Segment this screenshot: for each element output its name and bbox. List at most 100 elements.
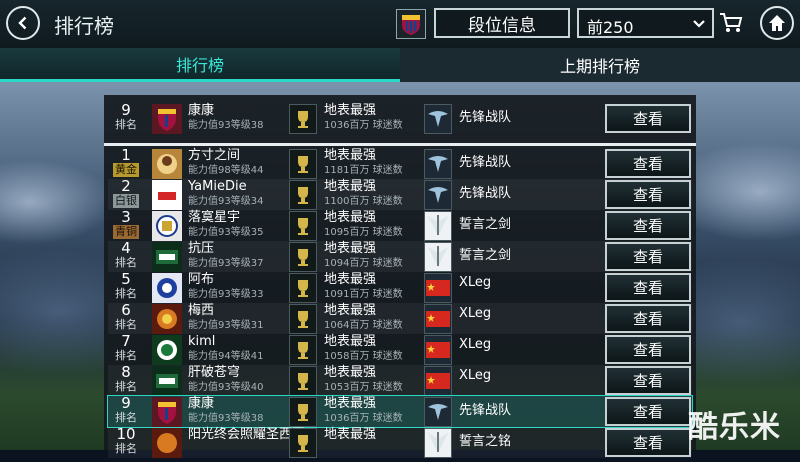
china-flag-icon <box>424 366 452 396</box>
view-button[interactable]: 查看 <box>605 366 691 395</box>
player-stats: 能力值93等级31 <box>188 320 264 331</box>
team-name: XLeg <box>459 337 492 352</box>
trophy-icon <box>289 149 317 179</box>
view-button[interactable]: 查看 <box>605 335 691 364</box>
league-fans: 1036百万 球迷数 <box>324 413 403 424</box>
rank-number: 2 <box>121 177 131 195</box>
view-button[interactable]: 查看 <box>605 149 691 178</box>
view-button[interactable]: 查看 <box>605 104 691 133</box>
trophy-icon <box>289 211 317 241</box>
china-flag-icon <box>424 335 452 365</box>
rank-number: 4 <box>121 239 131 257</box>
club-badge-icon <box>152 335 182 365</box>
club-badge-icon <box>152 304 182 334</box>
rank-label: 排名 <box>115 287 137 300</box>
rank-cell: 4 排名 <box>108 241 144 270</box>
leaderboard-panel: 9 排名 康康 能力值93等级38 地表最强 1036百万 球迷数 先锋战队 查看… <box>104 95 696 458</box>
rank-cell: 6 排名 <box>108 303 144 332</box>
rank-label: 排名 <box>115 411 137 424</box>
rank-info-button[interactable]: 段位信息 <box>434 8 570 38</box>
team-name: 誓言之剑 <box>459 217 512 232</box>
view-button[interactable]: 查看 <box>605 273 691 302</box>
trophy-icon <box>289 104 317 134</box>
rank-label: 排名 <box>115 442 137 455</box>
team-name: XLeg <box>459 368 492 383</box>
player-name: kiml <box>188 334 216 349</box>
view-button[interactable]: 查看 <box>605 180 691 209</box>
league-fans: 1091百万 球迷数 <box>324 289 403 300</box>
league-fans: 1094百万 球迷数 <box>324 258 403 269</box>
rank-cell: 5 排名 <box>108 272 144 301</box>
player-stats: 能力值93等级37 <box>188 258 264 269</box>
rank-range-dropdown[interactable]: 前250 <box>577 8 714 38</box>
table-row: 6 排名 梅西 能力值93等级31 地表最强 1064百万 球迷数 XLeg 查看 <box>108 303 692 334</box>
player-stats: 能力值93等级38 <box>188 413 264 424</box>
rank-number: 5 <box>121 270 131 288</box>
table-row: 2 白银 YaMieDie 能力值93等级34 地表最强 1100百万 球迷数 先锋战队 查看 <box>108 179 692 210</box>
rank-label: 排名 <box>115 118 137 131</box>
rank-number: 10 <box>116 425 136 443</box>
tab-last-period[interactable]: 上期排行榜 <box>400 48 800 82</box>
club-badge-icon <box>152 242 182 272</box>
team-name: 誓言之铭 <box>459 434 512 449</box>
table-row: 3 青铜 落寞星宇 能力值93等级35 地表最强 1095百万 球迷数 誓言之剑 查看 <box>108 210 692 241</box>
chevron-down-icon <box>693 20 705 28</box>
team-name: 誓言之剑 <box>459 248 512 263</box>
table-row: 5 排名 阿布 能力值93等级33 地表最强 1091百万 球迷数 XLeg 查看 <box>108 272 692 303</box>
cart-icon[interactable] <box>719 12 743 34</box>
trophy-icon <box>289 366 317 396</box>
view-button[interactable]: 查看 <box>605 211 691 240</box>
rank-label: 排名 <box>115 256 137 269</box>
team-dragon-icon <box>424 149 452 179</box>
player-name: 落寞星宇 <box>188 210 241 225</box>
team-dragon-icon <box>424 180 452 210</box>
tab-leaderboard[interactable]: 排行榜 <box>0 48 400 82</box>
league-name: 地表最强 <box>324 365 377 380</box>
view-button[interactable]: 查看 <box>605 242 691 271</box>
trophy-icon <box>289 335 317 365</box>
rank-number: 8 <box>121 363 131 381</box>
rank-number: 1 <box>121 146 131 164</box>
my-rank-row: 9 排名 康康 能力值93等级38 地表最强 1036百万 球迷数 先锋战队 查看 <box>108 103 692 134</box>
club-badge-icon <box>152 366 182 396</box>
rank-cell: 1 黄金 <box>108 148 144 177</box>
rank-number: 9 <box>121 101 131 119</box>
trophy-icon <box>289 180 317 210</box>
team-name: 先锋战队 <box>459 110 512 125</box>
player-name: YaMieDie <box>188 179 247 194</box>
player-stats: 能力值93等级35 <box>188 227 264 238</box>
rank-cell: 8 排名 <box>108 365 144 394</box>
back-button[interactable] <box>6 6 40 40</box>
club-badge-icon <box>152 397 182 427</box>
team-dragon-icon <box>424 104 452 134</box>
team-sword-icon <box>424 242 452 272</box>
home-button[interactable] <box>760 6 794 40</box>
team-name: XLeg <box>459 306 492 321</box>
china-flag-icon <box>424 304 452 334</box>
view-button[interactable]: 查看 <box>605 428 691 457</box>
table-row: 4 排名 抗压 能力值93等级37 地表最强 1094百万 球迷数 誓言之剑 查看 <box>108 241 692 272</box>
divider <box>104 143 696 146</box>
player-stats: 能力值93等级34 <box>188 196 264 207</box>
rank-cell: 2 白银 <box>108 179 144 208</box>
page-title: 排行榜 <box>54 14 114 38</box>
trophy-icon <box>289 428 317 458</box>
rank-label: 排名 <box>115 318 137 331</box>
league-name: 地表最强 <box>324 241 377 256</box>
team-sword-icon <box>424 428 452 458</box>
league-name: 地表最强 <box>324 334 377 349</box>
view-button[interactable]: 查看 <box>605 304 691 333</box>
player-name: 方寸之间 <box>188 148 241 163</box>
medal-label: 青铜 <box>113 225 139 239</box>
rank-label: 排名 <box>115 349 137 362</box>
player-name: 肝破苍穹 <box>188 365 241 380</box>
league-name: 地表最强 <box>324 148 377 163</box>
team-dragon-icon <box>424 397 452 427</box>
team-name: 先锋战队 <box>459 155 512 170</box>
club-badge-icon <box>152 104 182 134</box>
top-bar: 排行榜 段位信息 前250 <box>0 0 800 49</box>
player-stats: 能力值94等级41 <box>188 351 264 362</box>
league-name: 地表最强 <box>324 303 377 318</box>
trophy-icon <box>289 273 317 303</box>
view-button[interactable]: 查看 <box>605 397 691 426</box>
